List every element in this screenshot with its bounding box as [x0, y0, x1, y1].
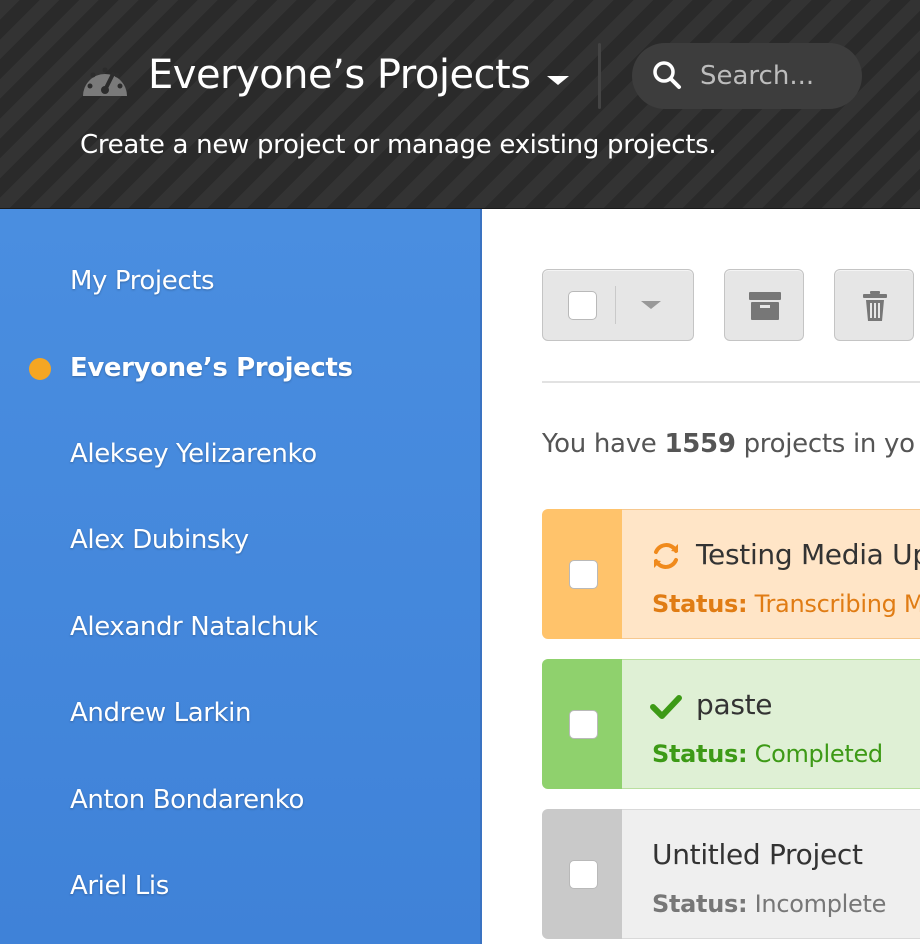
page-subtitle: Create a new project or manage existing …: [80, 130, 717, 160]
status-label: Status:: [652, 590, 748, 618]
archive-button[interactable]: [724, 269, 804, 341]
project-card-status-strip: [542, 809, 622, 939]
project-card-status-strip: [542, 659, 622, 789]
sidebar-item-my-projects[interactable]: My Projects: [70, 266, 215, 296]
page-title[interactable]: Everyone’s Projects: [148, 52, 531, 98]
project-card-status-strip: [542, 509, 622, 639]
select-all-checkbox[interactable]: [568, 291, 597, 320]
project-card[interactable]: Untitled Project Status: IncompleteD: [542, 809, 920, 939]
toolbar-separator: [615, 286, 616, 324]
main-content: You have 1559 projects in yo Testing Med…: [482, 209, 920, 944]
sidebar-item-alex-dubinsky[interactable]: Alex Dubinsky: [70, 525, 249, 555]
checkmark-icon: [650, 695, 682, 719]
project-title[interactable]: paste: [696, 688, 773, 721]
status-value: Transcribing Me: [754, 590, 920, 618]
caret-down-icon[interactable]: [547, 76, 569, 85]
page-header: Everyone’s Projects Create a new project…: [0, 0, 920, 209]
search-input[interactable]: [700, 55, 850, 97]
status-value: Incomplete: [754, 890, 887, 918]
archive-box-icon: [749, 292, 781, 320]
project-card[interactable]: Testing Media Up Status: Transcribing Me: [542, 509, 920, 639]
summary-prefix: You have: [542, 429, 665, 459]
project-status: Status: CompletedD: [652, 740, 920, 768]
toolbar-divider: [542, 381, 920, 383]
summary-suffix: projects in yo: [735, 429, 915, 459]
project-checkbox[interactable]: [569, 860, 598, 889]
search-box[interactable]: [632, 43, 862, 109]
sidebar: [0, 209, 482, 944]
delete-button[interactable]: [834, 269, 914, 341]
sidebar-item-aleksey-yelizarenko[interactable]: Aleksey Yelizarenko: [70, 439, 317, 469]
project-count-summary: You have 1559 projects in yo: [542, 429, 915, 459]
status-label: Status:: [652, 890, 748, 918]
select-all-dropdown[interactable]: [542, 269, 694, 341]
project-card-body[interactable]: Testing Media Up Status: Transcribing Me: [622, 509, 920, 639]
sidebar-item-everyones-projects[interactable]: Everyone’s Projects: [70, 353, 353, 383]
trash-icon: [863, 291, 887, 321]
project-card-body[interactable]: Untitled Project Status: IncompleteD: [622, 809, 920, 939]
status-value: Completed: [754, 740, 884, 768]
project-checkbox[interactable]: [569, 560, 598, 589]
project-checkbox[interactable]: [569, 710, 598, 739]
sidebar-item-ariel-lis[interactable]: Ariel Lis: [70, 871, 169, 901]
sidebar-item-alexandr-natalchuk[interactable]: Alexandr Natalchuk: [70, 612, 318, 642]
caret-down-icon[interactable]: [641, 301, 661, 309]
project-card-body[interactable]: paste Status: CompletedD: [622, 659, 920, 789]
project-status: Status: Transcribing Me: [652, 590, 920, 618]
refresh-icon: [654, 543, 678, 569]
dashboard-gauge-icon: [83, 67, 127, 96]
sidebar-item-anton-bondarenko[interactable]: Anton Bondarenko: [70, 785, 304, 815]
project-title[interactable]: Untitled Project: [652, 838, 863, 871]
project-count: 1559: [664, 429, 736, 459]
header-divider: [598, 43, 601, 109]
active-indicator-dot: [29, 358, 51, 380]
project-status: Status: IncompleteD: [652, 890, 920, 918]
search-icon[interactable]: [652, 60, 682, 90]
project-card[interactable]: paste Status: CompletedD: [542, 659, 920, 789]
project-title[interactable]: Testing Media Up: [696, 538, 920, 571]
sidebar-item-andrew-larkin[interactable]: Andrew Larkin: [70, 698, 251, 728]
status-label: Status:: [652, 740, 748, 768]
